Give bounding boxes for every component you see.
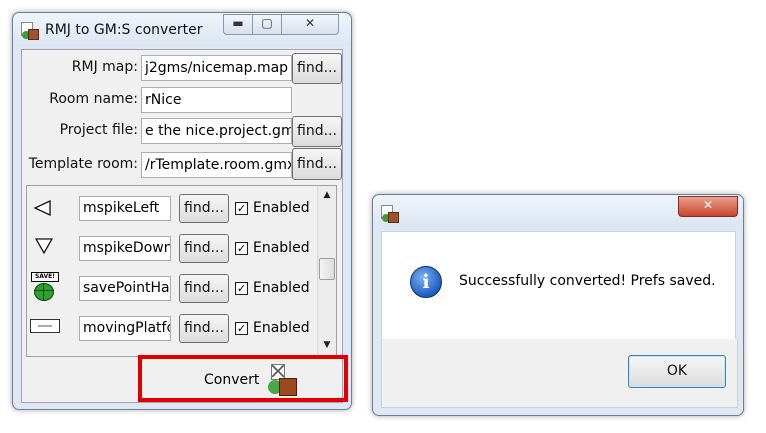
template-room-label: Template room: (28, 156, 138, 172)
save-point-icon: SAVE! (31, 272, 59, 301)
enabled-checkbox[interactable]: ✓ (235, 322, 248, 335)
dialog-app-icon (381, 205, 399, 223)
list-item: mspikeLeft find... ✓ Enabled (27, 186, 317, 226)
triangle-down-icon (35, 238, 53, 255)
template-room-field[interactable]: /rTemplate.room.gmx (141, 152, 292, 178)
room-name-field[interactable]: rNice (141, 87, 292, 113)
info-icon: i (410, 266, 442, 298)
rmj-map-field[interactable]: j2gms/nicemap.map (141, 55, 292, 81)
project-file-label: Project file: (59, 122, 138, 138)
enabled-label: Enabled (253, 200, 310, 216)
scroll-up-icon[interactable]: ▲ (318, 190, 336, 200)
maximize-button[interactable]: ▢ (252, 14, 282, 35)
dialog-message-area: i Successfully converted! Prefs saved. (381, 231, 736, 340)
template-room-find-button[interactable]: find... (292, 148, 342, 180)
rmj-map-find-button[interactable]: find... (292, 53, 342, 84)
enabled-checkbox[interactable]: ✓ (235, 202, 248, 215)
object-list-scrollbar[interactable]: ▲ ▼ (317, 186, 336, 354)
minimize-icon: ▬ (232, 16, 244, 30)
list-item: movingPlatfc find... ✓ Enabled (27, 306, 317, 346)
list-item: SAVE! savePointHar find... ✓ Enabled (27, 266, 317, 306)
object-name-field[interactable]: savePointHar (79, 276, 171, 301)
enabled-checkbox[interactable]: ✓ (235, 242, 248, 255)
enabled-label: Enabled (253, 280, 310, 296)
triangle-left-icon (33, 200, 51, 216)
object-name-field[interactable]: movingPlatfc (79, 316, 171, 341)
project-file-find-button[interactable]: find... (292, 116, 342, 147)
enabled-label: Enabled (253, 240, 310, 256)
object-find-button[interactable]: find... (179, 314, 229, 343)
object-find-button[interactable]: find... (179, 194, 229, 223)
convert-highlight (138, 355, 348, 402)
main-window: RMJ to GM:S converter ▬ ▢ ✕ RMJ map: j2g… (12, 12, 352, 410)
dialog-footer: OK (381, 339, 738, 408)
maximize-icon: ▢ (261, 16, 273, 30)
scrollbar-thumb[interactable] (319, 258, 335, 280)
moving-platform-icon (30, 319, 60, 333)
dialog-titlebar[interactable]: ✕ (373, 195, 743, 227)
object-find-button[interactable]: find... (179, 234, 229, 263)
main-titlebar[interactable]: RMJ to GM:S converter ▬ ▢ ✕ (13, 13, 351, 47)
window-title: RMJ to GM:S converter (45, 22, 203, 38)
minimize-button[interactable]: ▬ (223, 14, 253, 35)
object-find-button[interactable]: find... (179, 274, 229, 303)
close-icon: ✕ (702, 198, 714, 212)
dialog-close-button[interactable]: ✕ (678, 196, 738, 217)
message-dialog: ✕ i Successfully converted! Prefs saved.… (372, 194, 744, 416)
scroll-down-icon[interactable]: ▼ (318, 340, 336, 350)
project-file-field[interactable]: e the nice.project.gmx (141, 118, 292, 144)
object-list: mspikeLeft find... ✓ Enabled mspikeDown … (26, 185, 337, 357)
enabled-checkbox[interactable]: ✓ (235, 282, 248, 295)
object-name-field[interactable]: mspikeLeft (79, 196, 171, 221)
list-item: mspikeDown find... ✓ Enabled (27, 226, 317, 266)
app-icon (21, 22, 39, 40)
object-name-field[interactable]: mspikeDown (79, 236, 171, 261)
dialog-message: Successfully converted! Prefs saved. (459, 273, 716, 289)
close-icon: ✕ (304, 16, 316, 30)
rmj-map-label: RMJ map: (71, 59, 138, 75)
ok-button[interactable]: OK (628, 355, 726, 388)
room-name-label: Room name: (49, 91, 138, 107)
main-client: RMJ map: j2gms/nicemap.map find... Room … (21, 49, 343, 403)
enabled-label: Enabled (253, 320, 310, 336)
close-button[interactable]: ✕ (281, 14, 339, 35)
